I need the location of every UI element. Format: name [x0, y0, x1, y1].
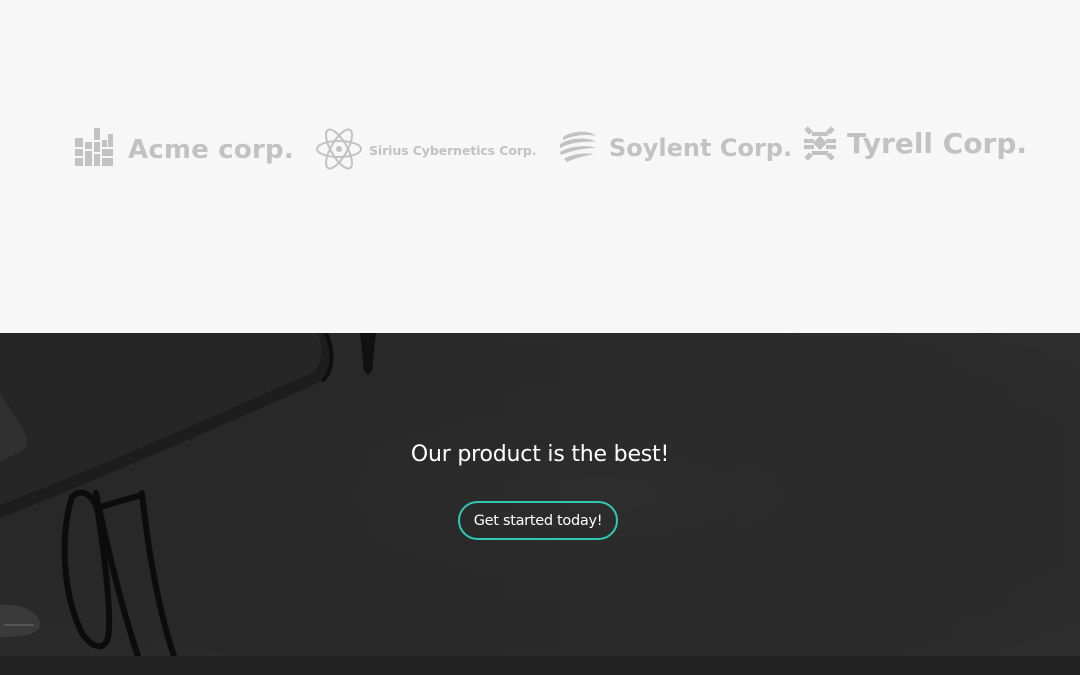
logo-tyrell-name: Tyrell Corp. — [847, 127, 1028, 160]
logo-sirius: Sirius Cybernetics Corp. — [315, 126, 537, 172]
call-to-action-section: Our product is the best! Get started tod… — [0, 333, 1080, 656]
logo-soylent: Soylent Corp. — [559, 127, 792, 165]
logo-soylent-name: Soylent Corp. — [609, 134, 793, 162]
logo-sirius-name: Sirius Cybernetics Corp. — [369, 142, 537, 158]
logo-acme-name: Acme corp. — [128, 135, 294, 165]
desk-background-image — [0, 333, 1080, 656]
swirl-sphere-icon — [560, 131, 596, 162]
client-logos-section: Acme corp. Sirius Cybernetics Corp. Soyl… — [0, 0, 1080, 333]
interlocking-pattern-icon — [804, 125, 836, 160]
logo-tyrell: Tyrell Corp. — [803, 125, 1027, 160]
building-blocks-icon — [75, 128, 113, 166]
footer-strip — [0, 656, 1080, 675]
cta-heading: Our product is the best! — [410, 442, 670, 467]
atom-icon — [316, 128, 362, 170]
get-started-button[interactable]: Get started today! — [458, 501, 618, 540]
logo-acme: Acme corp. — [75, 128, 294, 166]
